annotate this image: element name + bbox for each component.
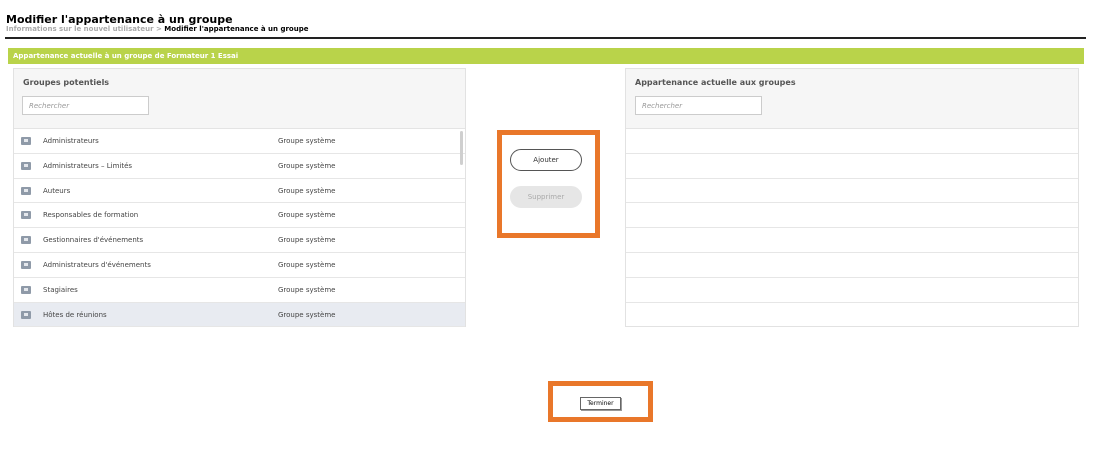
breadcrumb: Informations sur le nouvel utilisateur >… — [6, 25, 308, 33]
add-button[interactable]: Ajouter — [510, 149, 582, 171]
group-icon — [21, 211, 31, 220]
breadcrumb-current: Modifier l'appartenance à un groupe — [164, 25, 309, 33]
current-groups-header: Appartenance actuelle aux groupes — [626, 69, 1078, 129]
group-type: Groupe système — [278, 137, 336, 145]
group-name: Responsables de formation — [43, 211, 139, 220]
group-row[interactable]: Gestionnaires d'événements Groupe systèm… — [14, 228, 465, 253]
empty-row — [626, 129, 1078, 154]
group-icon — [21, 236, 31, 245]
breadcrumb-prev-link[interactable]: Informations sur le nouvel utilisateur — [6, 25, 154, 33]
group-name: Administrateurs d'événements — [43, 260, 151, 269]
potential-groups-title: Groupes potentiels — [23, 78, 110, 87]
group-icon — [21, 186, 31, 195]
group-row[interactable]: Auteurs Groupe système — [14, 179, 465, 204]
remove-button[interactable]: Supprimer — [510, 186, 582, 208]
group-type: Groupe système — [278, 285, 336, 294]
potential-groups-panel: Groupes potentiels Administrateurs Group… — [13, 68, 466, 328]
group-row[interactable]: Administrateurs Groupe système — [14, 129, 465, 154]
group-icon — [21, 310, 31, 319]
group-type: Groupe système — [278, 310, 336, 319]
group-icon — [21, 161, 31, 170]
group-icon — [21, 260, 31, 269]
empty-row — [626, 228, 1078, 253]
done-button[interactable]: Terminer — [580, 397, 621, 410]
group-row[interactable]: Administrateurs – Limités Groupe système — [14, 154, 465, 179]
potential-groups-search-input[interactable] — [22, 96, 149, 115]
group-type: Groupe système — [278, 186, 336, 195]
group-name: Administrateurs — [43, 137, 99, 145]
header-divider — [5, 37, 1086, 39]
group-type: Groupe système — [278, 260, 336, 269]
empty-row — [626, 179, 1078, 204]
group-icon — [21, 285, 31, 294]
group-name: Stagiaires — [43, 285, 78, 294]
empty-row — [626, 154, 1078, 179]
potential-groups-header: Groupes potentiels — [14, 69, 465, 129]
group-row[interactable]: Stagiaires Groupe système — [14, 278, 465, 303]
group-row[interactable]: Responsables de formation Groupe système — [14, 203, 465, 229]
group-row-selected[interactable]: Hôtes de réunions Groupe système — [14, 302, 465, 328]
group-type: Groupe système — [278, 161, 336, 170]
current-groups-title: Appartenance actuelle aux groupes — [635, 78, 796, 87]
empty-row — [626, 303, 1078, 328]
list-scrollbar[interactable] — [460, 131, 463, 165]
current-groups-search-input[interactable] — [635, 96, 762, 115]
group-name: Auteurs — [43, 186, 71, 195]
group-name: Gestionnaires d'événements — [43, 236, 144, 245]
membership-banner: Appartenance actuelle à un groupe de For… — [8, 48, 1084, 64]
group-icon — [21, 137, 31, 145]
group-type: Groupe système — [278, 211, 336, 220]
empty-row — [626, 278, 1078, 303]
current-groups-panel: Appartenance actuelle aux groupes — [625, 68, 1079, 327]
group-name: Administrateurs – Limités — [43, 161, 133, 170]
empty-row — [626, 253, 1078, 278]
breadcrumb-separator: > — [153, 25, 165, 33]
buttons-highlight-box — [497, 130, 600, 238]
group-name: Hôtes de réunions — [43, 310, 107, 319]
empty-row — [626, 203, 1078, 229]
group-type: Groupe système — [278, 236, 336, 245]
group-row[interactable]: Administrateurs d'événements Groupe syst… — [14, 253, 465, 278]
